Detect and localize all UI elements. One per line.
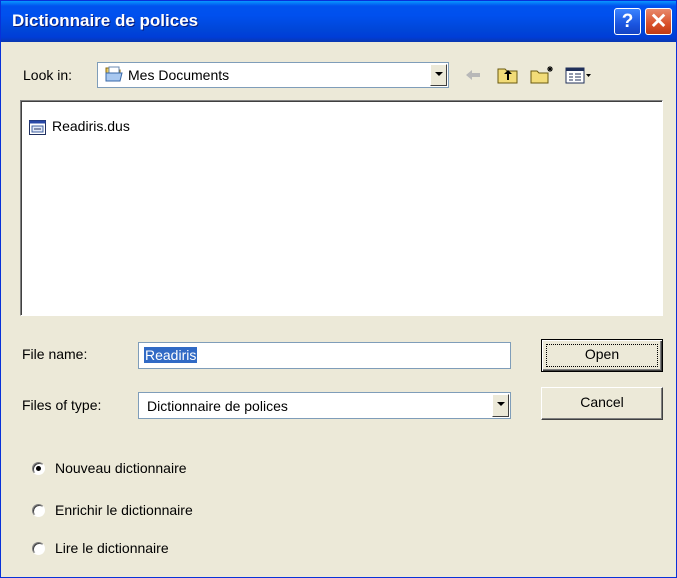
radio-dot: [36, 466, 41, 471]
open-button[interactable]: Open: [541, 339, 663, 372]
file-list[interactable]: Readiris.dus: [20, 100, 663, 316]
views-menu-icon[interactable]: [565, 65, 593, 87]
file-name-input[interactable]: Readiris: [138, 342, 511, 369]
file-type-dropdown[interactable]: Dictionnaire de polices: [138, 392, 511, 419]
look-in-value: Mes Documents: [128, 67, 230, 83]
documents-folder-icon: [105, 66, 124, 86]
file-type-dropdown-button[interactable]: [492, 394, 509, 417]
dictionary-file-icon: [29, 120, 47, 139]
cancel-button[interactable]: Cancel: [541, 387, 663, 420]
look-in-dropdown-button[interactable]: [430, 64, 447, 86]
file-name-value: Readiris: [144, 347, 198, 363]
window-title: Dictionnaire de polices: [12, 11, 199, 30]
new-folder-icon[interactable]: [530, 65, 556, 87]
title-bar[interactable]: Dictionnaire de polices ? ✕: [1, 1, 676, 42]
radio-button-checked[interactable]: [32, 462, 45, 475]
radio-button[interactable]: [32, 504, 45, 517]
close-button[interactable]: ✕: [645, 8, 672, 35]
focus-rect: [546, 344, 658, 367]
up-folder-icon[interactable]: [497, 65, 519, 87]
cancel-button-label: Cancel: [580, 394, 624, 410]
help-icon: ?: [621, 11, 634, 32]
help-button[interactable]: ?: [614, 8, 641, 35]
radio-label: Lire le dictionnaire: [55, 540, 169, 556]
close-icon: ✕: [649, 10, 668, 33]
radio-label: Nouveau dictionnaire: [55, 460, 187, 476]
look-in-dropdown[interactable]: Mes Documents: [97, 62, 449, 88]
file-type-label: Files of type:: [22, 397, 102, 413]
radio-label: Enrichir le dictionnaire: [55, 502, 193, 518]
file-name-label: File name:: [22, 346, 88, 362]
file-name: Readiris.dus: [52, 118, 130, 134]
file-type-value: Dictionnaire de polices: [147, 398, 288, 414]
file-dialog-window: Dictionnaire de polices ? ✕ Look in: Mes…: [0, 0, 677, 578]
look-in-label: Look in:: [23, 67, 73, 83]
radio-button[interactable]: [32, 542, 45, 555]
back-arrow-icon[interactable]: [463, 65, 483, 87]
